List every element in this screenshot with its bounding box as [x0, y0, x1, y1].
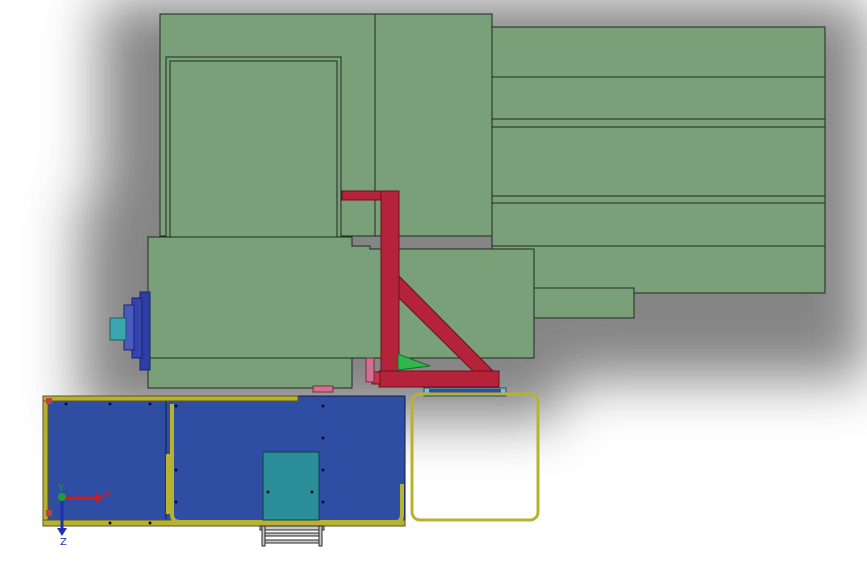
- y-axis-label: Y: [57, 483, 65, 494]
- z-axis-label: Z: [60, 537, 67, 548]
- base-panel: [42, 395, 406, 527]
- model-canvas[interactable]: X Y Z: [0, 0, 867, 562]
- spindle-nose: [109, 317, 127, 341]
- pink-clip: [365, 357, 375, 383]
- step-ladder: [259, 525, 325, 547]
- teal-door: [262, 451, 320, 521]
- cad-viewport[interactable]: X Y Z: [0, 0, 867, 562]
- pink-pad: [312, 385, 334, 393]
- access-door: [165, 56, 342, 266]
- machine-bed: [491, 26, 826, 294]
- x-axis-label: X: [104, 489, 111, 500]
- carriage-extension: [533, 287, 635, 319]
